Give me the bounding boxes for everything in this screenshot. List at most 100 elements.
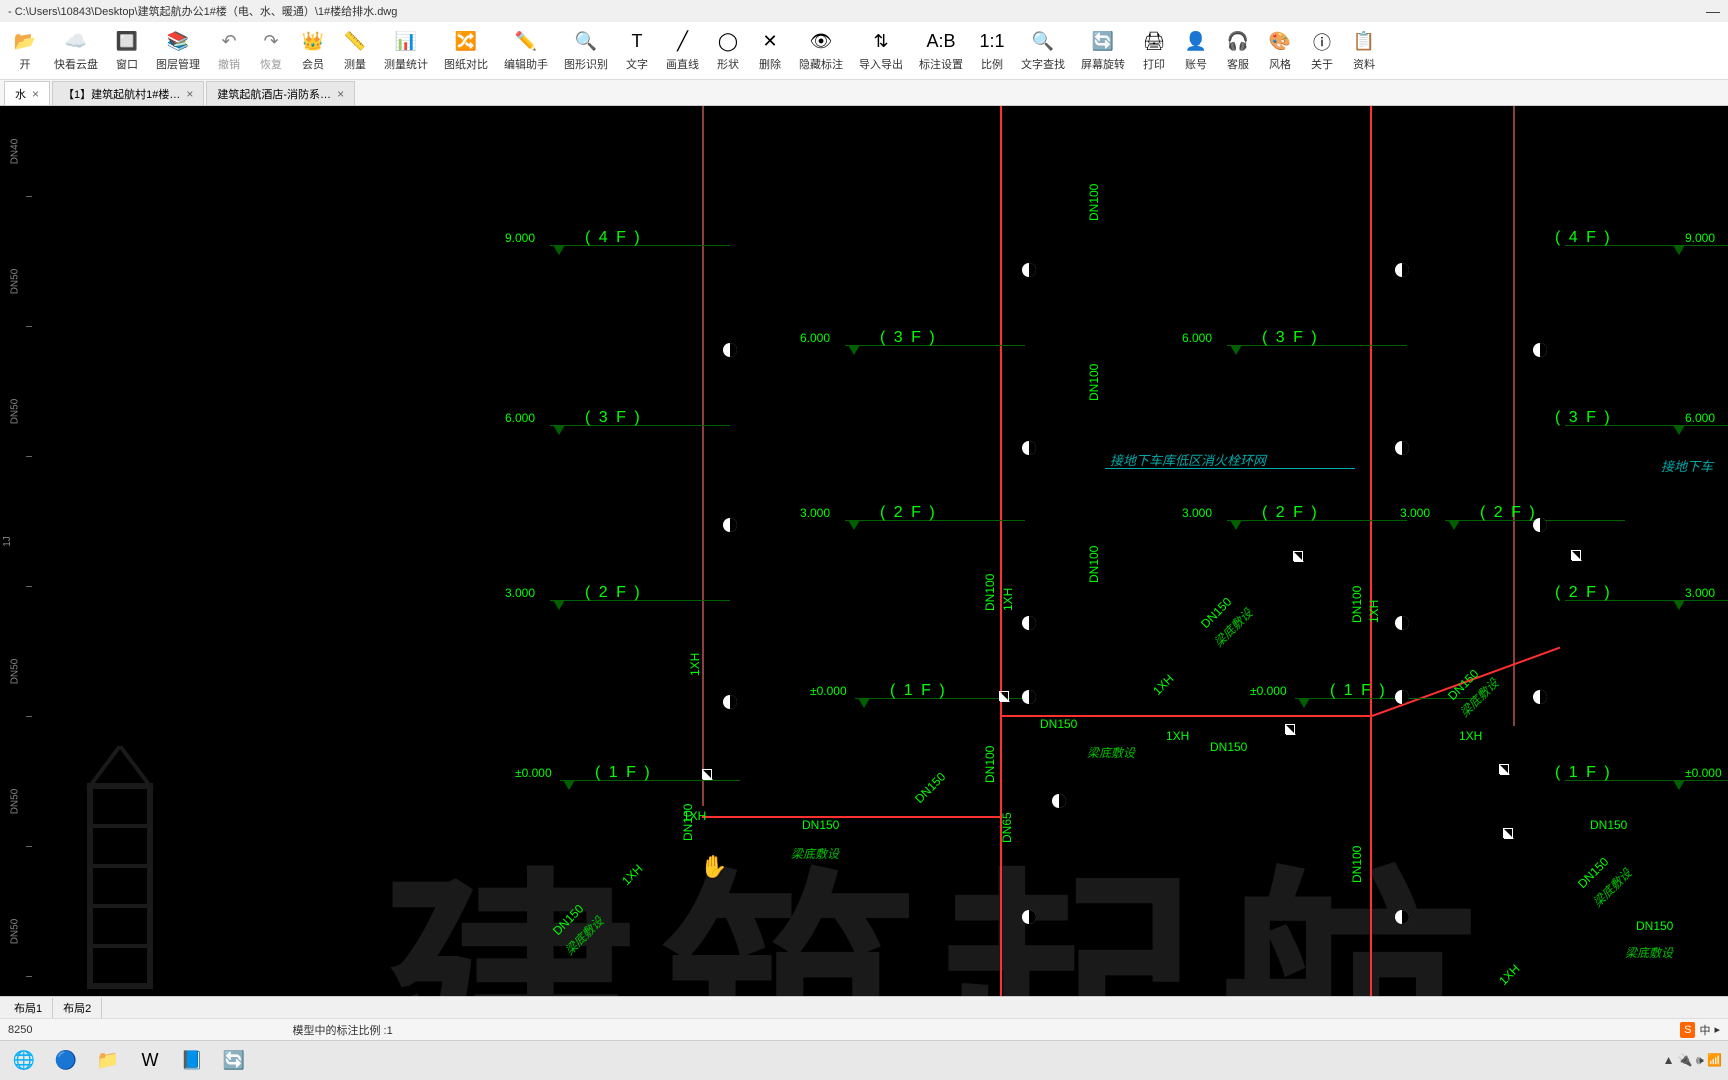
tool-open[interactable]: 📂开 — [4, 28, 46, 74]
line-icon: ╱ — [671, 30, 695, 54]
valve-circle-icon — [1395, 441, 1409, 455]
pipe-label: DN65 — [1000, 812, 1014, 843]
pipe-label: DN100 — [983, 574, 997, 611]
layout-tab[interactable]: 布局2 — [53, 998, 102, 1018]
elevation-label: 3.000 — [505, 586, 535, 600]
pipe-label: 1XH — [688, 653, 702, 676]
taskbar-app-icon[interactable]: 📁 — [90, 1045, 126, 1077]
riser-line — [1513, 106, 1515, 726]
tool-style[interactable]: 🎨风格 — [1259, 28, 1301, 74]
tool-scale[interactable]: 1:1比例 — [971, 28, 1013, 74]
layer-icon: 📚 — [166, 30, 190, 54]
tab-close-icon[interactable]: × — [186, 87, 193, 101]
tool-account[interactable]: 👤账号 — [1175, 28, 1217, 74]
tab-close-icon[interactable]: × — [337, 87, 344, 101]
elev-marker-icon — [1673, 600, 1685, 610]
status-right: S 中 ▸ — [1680, 1022, 1720, 1038]
tool-import-export[interactable]: ⇅导入导出 — [851, 28, 911, 74]
tool-service[interactable]: 🎧客服 — [1217, 28, 1259, 74]
pipe-label: DN100 — [983, 746, 997, 783]
layout-tab[interactable]: 布局1 — [4, 998, 53, 1018]
elev-marker-icon — [1673, 780, 1685, 790]
valve-circle-icon — [1022, 263, 1036, 277]
ime-lang[interactable]: 中 — [1699, 1022, 1710, 1038]
tool-window[interactable]: 🔲窗口 — [106, 28, 148, 74]
tool-find-text[interactable]: 🔍文字查找 — [1013, 28, 1073, 74]
elevation-label: ±0.000 — [1250, 684, 1287, 698]
pipe-label: DN100 — [681, 804, 695, 841]
valve-circle-icon — [1052, 794, 1066, 808]
tool-data[interactable]: 📋资料 — [1343, 28, 1385, 74]
tool-compare[interactable]: 🔀图纸对比 — [436, 28, 496, 74]
tool-label: 编辑助手 — [504, 56, 548, 72]
tool-hide-annot[interactable]: 👁隐藏标注 — [791, 28, 851, 74]
valve-circle-icon — [1395, 910, 1409, 924]
elevation-label: 6.000 — [800, 331, 830, 345]
minimize-button[interactable]: — — [1706, 3, 1720, 19]
taskbar-app-icon[interactable]: 🔄 — [216, 1045, 252, 1077]
pipe-label: DN150 — [1590, 818, 1627, 832]
tool-measure-stat[interactable]: 📊测量统计 — [376, 28, 436, 74]
tool-edit-helper[interactable]: ✏️编辑助手 — [496, 28, 556, 74]
floor-label: ( 2 F ) — [1555, 584, 1612, 602]
window-path: - C:\Users\10843\Desktop\建筑起航办公1#楼（电、水、暖… — [8, 3, 397, 19]
tool-shape-rec[interactable]: 🔍图形识别 — [556, 28, 616, 74]
elevation-label: ±0.000 — [1685, 766, 1722, 780]
tool-label: 撤销 — [218, 56, 240, 72]
tool-label: 测量统计 — [384, 56, 428, 72]
tool-line[interactable]: ╱画直线 — [658, 28, 707, 74]
hand-cursor-icon: ✋ — [700, 854, 727, 880]
tool-screen-rotate[interactable]: 🔄屏幕旋转 — [1073, 28, 1133, 74]
document-tab[interactable]: 建筑起航酒店-消防系…× — [206, 81, 355, 105]
taskbar-app-icon[interactable]: 🌐 — [6, 1045, 42, 1077]
document-tab[interactable]: 水× — [4, 81, 50, 105]
taskbar-app-icon[interactable]: W — [132, 1045, 168, 1077]
pipe-label: DN100 — [1087, 184, 1101, 221]
elevation-label: 3.000 — [1400, 506, 1430, 520]
hpipe — [702, 816, 1002, 818]
pipe-label: 1XH — [1166, 729, 1189, 743]
scale-icon: 1:1 — [980, 30, 1004, 54]
tool-about[interactable]: ⓘ关于 — [1301, 28, 1343, 74]
window-icon: 🔲 — [115, 30, 139, 54]
tool-layer[interactable]: 📚图层管理 — [148, 28, 208, 74]
tab-close-icon[interactable]: × — [32, 87, 39, 101]
tool-vip[interactable]: 👑会员 — [292, 28, 334, 74]
taskbar-app-icon[interactable]: 📘 — [174, 1045, 210, 1077]
open-icon: 📂 — [13, 30, 37, 54]
pipe-label: 接地下车 — [1661, 456, 1713, 475]
tool-annot-set[interactable]: A:B标注设置 — [911, 28, 971, 74]
tool-cloud[interactable]: ☁️快看云盘 — [46, 28, 106, 74]
pipe-label: 1XH — [1459, 729, 1482, 743]
measure-icon: 📏 — [343, 30, 367, 54]
elevation-label: 6.000 — [1685, 411, 1715, 425]
elev-marker-icon — [553, 245, 565, 255]
floor-label: ( 2 F ) — [1262, 504, 1319, 522]
valve-circle-icon — [1533, 518, 1547, 532]
ruler-label: DN50 — [9, 789, 20, 815]
drawing-canvas[interactable]: 建筑起航 DN40DN50DN501JDN50DN50DN50 接地下车库低区消… — [0, 106, 1728, 996]
style-icon: 🎨 — [1268, 30, 1292, 54]
document-tab[interactable]: 【1】建筑起航村1#楼…× — [52, 81, 204, 105]
tool-redo[interactable]: ↷恢复 — [250, 28, 292, 74]
tool-text[interactable]: T文字 — [616, 28, 658, 74]
ruler-label: DN40 — [9, 139, 20, 165]
tool-print[interactable]: 🖨打印 — [1133, 28, 1175, 74]
pipe-label: 梁底敷设 — [791, 845, 839, 862]
tool-shape[interactable]: ◯形状 — [707, 28, 749, 74]
text-icon: T — [625, 30, 649, 54]
taskbar-app-icon[interactable]: 🔵 — [48, 1045, 84, 1077]
ime-badge[interactable]: S — [1680, 1022, 1695, 1038]
ruler-label: DN50 — [9, 659, 20, 685]
watermark-building-icon — [60, 746, 180, 996]
system-tray[interactable]: ▲ 🔌 🕪 📶 — [1663, 1053, 1722, 1068]
tool-undo[interactable]: ↶撤销 — [208, 28, 250, 74]
tool-label: 删除 — [759, 56, 781, 72]
tool-delete[interactable]: ✕删除 — [749, 28, 791, 74]
valve-square-icon — [999, 691, 1009, 701]
tool-measure[interactable]: 📏测量 — [334, 28, 376, 74]
service-icon: 🎧 — [1226, 30, 1250, 54]
taskbar: 🌐🔵📁W📘🔄 ▲ 🔌 🕪 📶 — [0, 1040, 1728, 1080]
floor-label: ( 1 F ) — [1330, 682, 1387, 700]
elevation-label: 3.000 — [800, 506, 830, 520]
